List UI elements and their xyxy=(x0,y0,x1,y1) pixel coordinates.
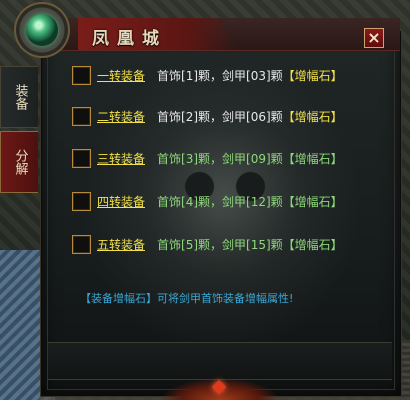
title-bar: 凤凰城 xyxy=(40,18,400,51)
list-item: 五转装备 首饰[5]颗，剑甲[15]颗 【增幅石】 xyxy=(72,233,343,255)
orb-icon xyxy=(14,2,70,58)
gem-name: 【增幅石】 xyxy=(282,194,343,209)
checkbox[interactable] xyxy=(72,106,91,126)
equip-link[interactable]: 四转装备 xyxy=(97,193,145,210)
requirement-text: 首饰[4]颗，剑甲[12]颗 xyxy=(157,194,283,209)
equip-link[interactable]: 三转装备 xyxy=(97,150,145,167)
tab-equip[interactable]: 装备 xyxy=(0,66,38,128)
requirement-text: 首饰[3]颗，剑甲[09]颗 xyxy=(157,151,283,166)
requirement-text: 首饰[1]颗，剑甲[03]颗 xyxy=(157,68,283,83)
list-item: 三转装备 首饰[3]颗，剑甲[09]颗 【增幅石】 xyxy=(72,147,343,169)
close-icon: × xyxy=(367,28,381,47)
tab-equip-label: 装备 xyxy=(12,84,28,110)
gem-name: 【增幅石】 xyxy=(282,109,343,124)
gem-name: 【增幅石】 xyxy=(282,68,343,83)
requirement-text: 首饰[2]颗，剑甲[06]颗 xyxy=(157,109,283,124)
requirement-text: 首饰[5]颗，剑甲[15]颗 xyxy=(157,237,283,252)
tab-decompose[interactable]: 分解 xyxy=(0,131,38,193)
bottom-ornament xyxy=(160,378,280,400)
tip-text: 【装备增幅石】可将剑甲首饰装备增幅属性! xyxy=(80,292,294,305)
checkbox[interactable] xyxy=(72,234,91,254)
gem-name: 【增幅石】 xyxy=(282,151,343,166)
list-item: 四转装备 首饰[4]颗，剑甲[12]颗 【增幅石】 xyxy=(72,190,343,212)
list-item: 二转装备 首饰[2]颗，剑甲[06]颗 【增幅石】 xyxy=(72,105,343,127)
checkbox[interactable] xyxy=(72,191,91,211)
tab-decompose-label: 分解 xyxy=(12,149,28,175)
gem-name: 【增幅石】 xyxy=(282,237,343,252)
equip-link[interactable]: 五转装备 xyxy=(97,236,145,253)
window-title: 凤凰城 xyxy=(92,29,167,49)
list-item: 一转装备 首饰[1]颗，剑甲[03]颗 【增幅石】 xyxy=(72,64,343,86)
equip-link[interactable]: 二转装备 xyxy=(97,108,145,125)
equip-link[interactable]: 一转装备 xyxy=(97,67,145,84)
checkbox[interactable] xyxy=(72,65,91,85)
checkbox[interactable] xyxy=(72,148,91,168)
close-button[interactable]: × xyxy=(364,28,384,48)
bottom-bar xyxy=(48,342,392,380)
